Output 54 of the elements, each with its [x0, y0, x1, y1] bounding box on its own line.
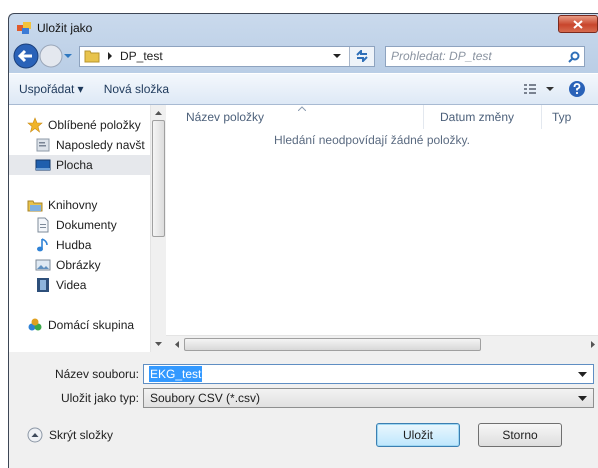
- address-bar[interactable]: DP_test: [79, 46, 375, 66]
- scrollbar-thumb[interactable]: [152, 120, 165, 237]
- scrollbar-thumb[interactable]: [184, 338, 481, 350]
- field-label: Uložit jako typ:: [60, 391, 139, 405]
- scroll-up-icon[interactable]: [155, 110, 162, 115]
- empty-message: Hledání neodpovídají žádné položky.: [273, 133, 471, 147]
- collapse-up-icon: [27, 427, 43, 443]
- folder-icon: [84, 48, 100, 64]
- column-header[interactable]: Datum změny: [424, 105, 542, 129]
- column-header[interactable]: Typ: [542, 105, 598, 129]
- dropdown-icon[interactable]: [578, 372, 587, 376]
- scroll-left-icon[interactable]: [174, 340, 179, 348]
- sidebar-item[interactable]: Videa: [9, 275, 150, 295]
- view-options-icon[interactable]: [524, 83, 556, 95]
- chevron-icon: [107, 52, 113, 60]
- homegroup-icon: [27, 317, 43, 333]
- sidebar-item[interactable]: Knihovny: [9, 195, 150, 215]
- recent-places-icon: [35, 137, 51, 153]
- scroll-right-icon[interactable]: [591, 340, 596, 348]
- document-icon: [35, 217, 51, 233]
- sidebar-item[interactable]: Domácí skupina: [9, 315, 150, 335]
- search-icon[interactable]: [568, 50, 580, 62]
- vertical-scrollbar[interactable]: [150, 105, 166, 352]
- horizontal-scrollbar[interactable]: [166, 335, 598, 352]
- help-icon[interactable]: [568, 80, 586, 98]
- sidebar-item[interactable]: Dokumenty: [9, 215, 150, 235]
- dropdown-icon[interactable]: [578, 396, 587, 400]
- close-button[interactable]: [558, 15, 598, 33]
- picture-icon: [35, 257, 51, 273]
- cancel-button[interactable]: Storno: [478, 423, 562, 447]
- scroll-down-icon[interactable]: [155, 342, 162, 347]
- close-icon: [573, 20, 583, 28]
- sidebar-item[interactable]: Plocha: [9, 155, 150, 175]
- app-icon: [17, 22, 31, 34]
- toolbar-button[interactable]: Nová složka: [100, 79, 174, 99]
- sidebar-item[interactable]: Obrázky: [9, 255, 150, 275]
- desktop-icon: [35, 157, 51, 173]
- field-label: Název souboru:: [54, 367, 139, 381]
- search-field[interactable]: Prohledat: DP_test: [385, 46, 585, 66]
- column-header[interactable]: Název položky: [166, 105, 424, 129]
- address-path: DP_test: [120, 49, 163, 63]
- sidebar-item[interactable]: Naposledy navšt: [9, 135, 150, 155]
- favorites-star-icon: [27, 117, 43, 133]
- file-type-dropdown[interactable]: Soubory CSV (*.csv): [143, 388, 594, 408]
- film-icon: [35, 277, 51, 293]
- dropdown-icon[interactable]: [332, 53, 342, 59]
- back-icon[interactable]: [13, 43, 39, 69]
- save-button[interactable]: Uložit: [376, 423, 460, 447]
- toolbar-button[interactable]: Uspořádat ▾: [15, 79, 88, 99]
- sidebar-item[interactable]: Hudba: [9, 235, 150, 255]
- sidebar-item[interactable]: Oblíbené položky: [9, 115, 150, 135]
- window-title: Uložit jako: [37, 21, 92, 35]
- refresh-icon[interactable]: [355, 50, 369, 62]
- hide-folders-button[interactable]: Skrýt složky: [27, 427, 114, 443]
